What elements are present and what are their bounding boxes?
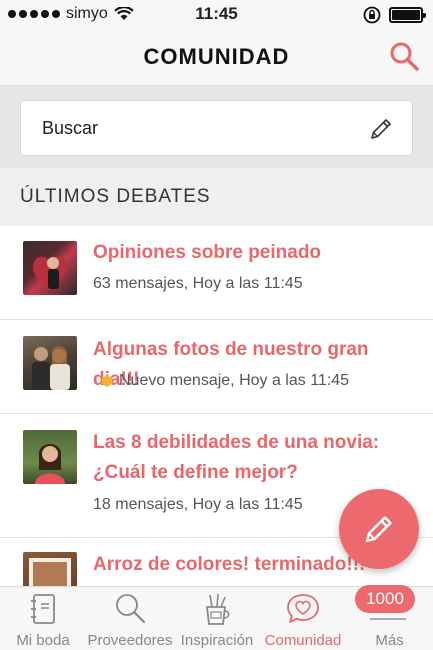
pencil-icon — [365, 516, 392, 543]
status-bar: simyo 11:45 — [0, 0, 433, 30]
cup-brushes-icon — [206, 593, 230, 625]
tab-label: Comunidad — [264, 632, 342, 649]
new-topic-button[interactable] — [339, 489, 419, 569]
section-header: ÚLTIMOS DEBATES — [0, 168, 433, 226]
tab-label: Proveedores — [87, 632, 173, 649]
list-item[interactable]: Algunas fotos de nuestro gran dia!!! Nue… — [0, 320, 433, 414]
tab-label: Inspiración — [180, 632, 254, 649]
page-title: COMUNIDAD — [143, 44, 290, 69]
tab-mi-boda[interactable]: Mi boda — [0, 587, 86, 650]
debate-meta-text: Nuevo mensaje, Hoy a las 11:45 — [119, 372, 350, 389]
notification-badge: 1000 — [355, 585, 415, 613]
debate-thumbnail — [23, 241, 77, 295]
search-input[interactable]: Buscar — [20, 100, 413, 156]
tab-comunidad[interactable]: Comunidad — [260, 587, 346, 650]
debate-meta: Nuevo mensaje, Hoy a las 11:45 — [101, 372, 349, 390]
debate-thumbnail — [23, 336, 77, 390]
heart-bubble-icon — [287, 594, 319, 623]
debate-meta-text: 63 mensajes, Hoy a las 11:45 — [93, 275, 303, 292]
notebook-icon — [31, 594, 55, 624]
debate-meta: 63 mensajes, Hoy a las 11:45 — [93, 275, 303, 293]
more-icon — [370, 618, 406, 620]
list-item[interactable]: Opiniones sobre peinado 63 mensajes, Hoy… — [0, 226, 433, 320]
search-placeholder: Buscar — [42, 118, 99, 138]
tab-label: Mi boda — [16, 632, 70, 649]
new-message-icon — [101, 375, 113, 387]
magnifier-icon — [116, 594, 146, 624]
tab-inspiracion[interactable]: Inspiración — [174, 587, 260, 650]
rotation-lock-icon — [363, 6, 381, 24]
debate-title[interactable]: Las 8 debilidades de una novia: ¿Cuál te… — [93, 428, 415, 488]
pencil-icon[interactable] — [368, 116, 394, 142]
section-title: ÚLTIMOS DEBATES — [20, 186, 211, 207]
debate-thumbnail — [23, 430, 77, 484]
debate-title[interactable]: Opiniones sobre peinado — [93, 238, 415, 268]
tab-proveedores[interactable]: Proveedores — [86, 587, 174, 650]
battery-icon — [389, 7, 426, 23]
search-area: Buscar — [0, 86, 433, 168]
nav-header: COMUNIDAD — [0, 30, 433, 86]
debate-thumbnail — [23, 552, 77, 586]
tab-label: Más — [375, 632, 404, 649]
search-icon[interactable] — [387, 40, 421, 74]
status-right — [363, 6, 426, 24]
debate-meta-text: 18 mensajes, Hoy a las 11:45 — [93, 496, 303, 513]
debate-meta: 18 mensajes, Hoy a las 11:45 — [93, 496, 303, 514]
